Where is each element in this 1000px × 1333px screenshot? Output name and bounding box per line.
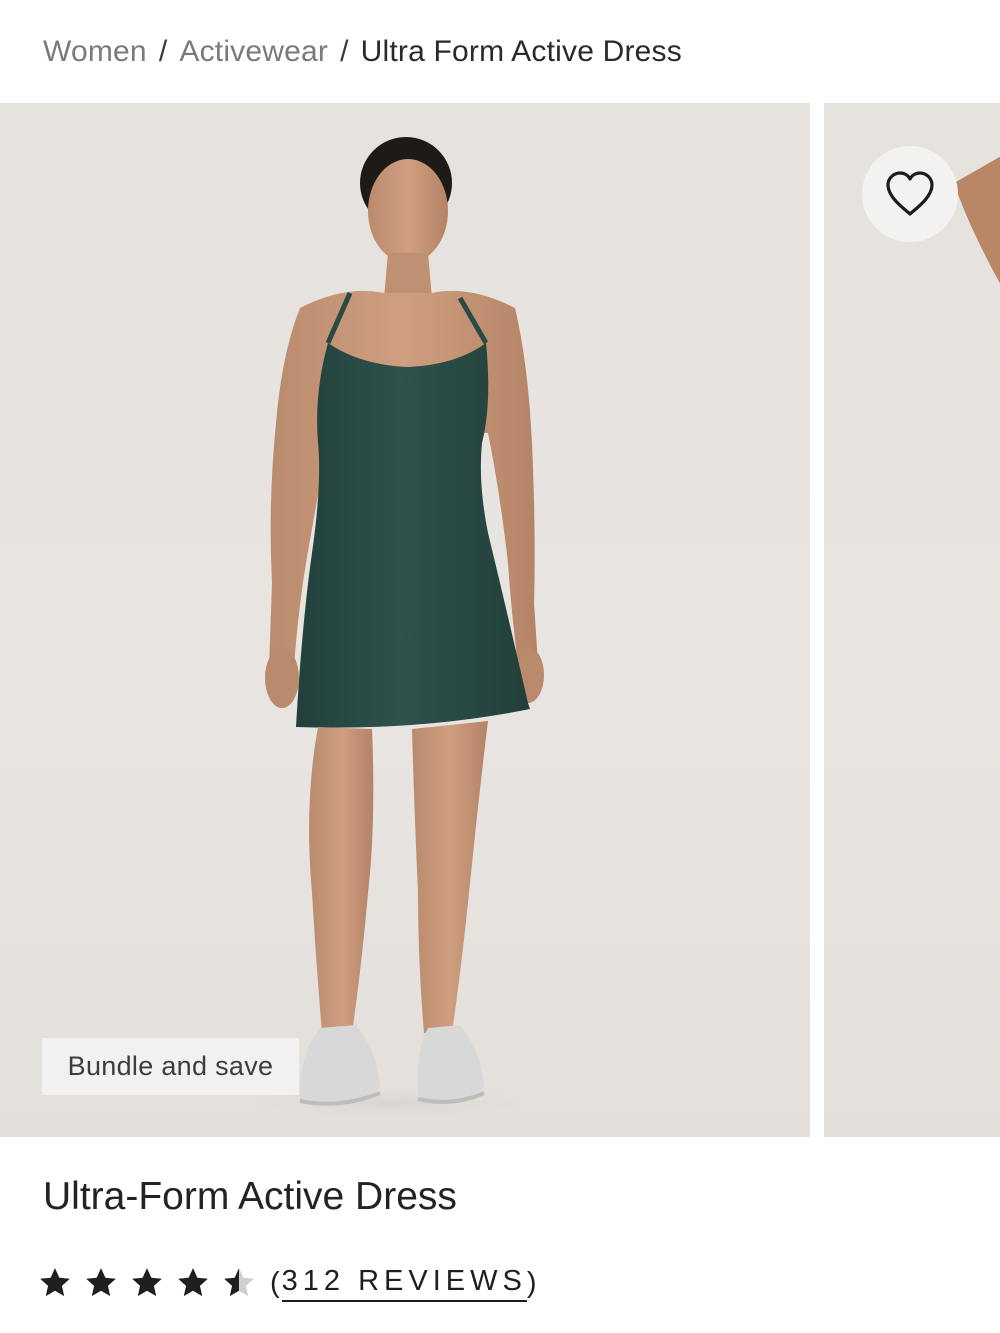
- rating-row: ( 312 REVIEWS ): [38, 1258, 539, 1308]
- product-image-gallery[interactable]: Bundle and save: [0, 103, 1000, 1137]
- breadcrumb: Women / Activewear / Ultra Form Active D…: [43, 30, 682, 74]
- reviews-count-label: 312 REVIEWS: [281, 1265, 527, 1302]
- model-photo: [220, 137, 560, 1121]
- product-image-main[interactable]: Bundle and save: [0, 103, 810, 1137]
- reviews-open-paren: (: [270, 1266, 282, 1299]
- heart-outline-icon: [886, 171, 934, 216]
- breadcrumb-link-women[interactable]: Women: [43, 32, 147, 72]
- breadcrumb-separator: /: [340, 35, 349, 68]
- reviews-link[interactable]: ( 312 REVIEWS ): [270, 1265, 539, 1302]
- reviews-close-paren: ): [526, 1266, 539, 1299]
- breadcrumb-link-activewear[interactable]: Activewear: [179, 32, 328, 72]
- star-full-icon: [178, 1268, 208, 1297]
- star-half-icon: [224, 1268, 254, 1297]
- next-photo-peek: [954, 156, 1000, 284]
- product-title: Ultra-Form Active Dress: [43, 1175, 457, 1218]
- breadcrumb-separator: /: [158, 35, 168, 68]
- wishlist-button[interactable]: [862, 146, 958, 242]
- star-full-icon: [40, 1268, 70, 1297]
- product-page: Women / Activewear / Ultra Form Active D…: [0, 0, 1000, 1333]
- star-full-icon: [132, 1268, 162, 1297]
- breadcrumb-current: Ultra Form Active Dress: [360, 35, 682, 68]
- star-rating: [38, 1266, 256, 1300]
- star-full-icon: [86, 1268, 116, 1297]
- product-image-next[interactable]: [824, 103, 1000, 1137]
- bundle-save-badge: Bundle and save: [42, 1038, 299, 1095]
